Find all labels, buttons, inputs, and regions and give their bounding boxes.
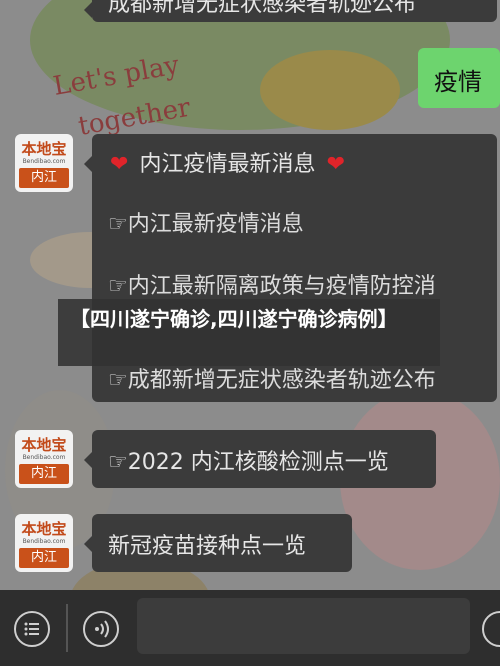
avatar-city: 内江 bbox=[19, 548, 69, 568]
menu-item-policy[interactable]: ☞内江最新隔离政策与疫情防控消 bbox=[108, 268, 436, 300]
heart-icon: ❤ bbox=[326, 152, 346, 177]
avatar-city: 内江 bbox=[19, 168, 69, 188]
message-text: ☞2022 内江核酸检测点一览 bbox=[108, 450, 389, 475]
avatar-domain: Bendibao.com bbox=[22, 538, 66, 545]
avatar-domain: Bendibao.com bbox=[22, 158, 66, 165]
message-input[interactable] bbox=[137, 598, 470, 654]
user-message-text: 疫情 bbox=[434, 68, 482, 96]
menu-item-latest[interactable]: ☞内江最新疫情消息 bbox=[108, 206, 304, 238]
message-bubble-testing[interactable]: ☞2022 内江核酸检测点一览 bbox=[84, 430, 436, 488]
avatar-brand: 本地宝 bbox=[21, 140, 67, 158]
message-bubble-partial[interactable]: 成都新增无症状感染者轨迹公布 bbox=[84, 0, 497, 22]
menu-item-chengdu[interactable]: ☞成都新增无症状感染者轨迹公布 bbox=[108, 362, 436, 394]
input-bar bbox=[0, 590, 500, 666]
avatar-brand: 本地宝 bbox=[21, 520, 67, 538]
list-icon bbox=[24, 622, 39, 636]
caption-overlay: 【四川遂宁确诊,四川遂宁确诊病例】 bbox=[58, 299, 440, 366]
menu-list-button[interactable] bbox=[14, 611, 50, 647]
avatar-domain: Bendibao.com bbox=[22, 454, 66, 461]
menu-title-row: ❤ 内江疫情最新消息 ❤ bbox=[110, 146, 345, 178]
heart-icon: ❤ bbox=[110, 152, 129, 177]
avatar[interactable]: 本地宝 Bendibao.com 内江 bbox=[15, 514, 73, 572]
message-text: 成都新增无症状感染者轨迹公布 bbox=[108, 0, 417, 17]
divider bbox=[66, 604, 68, 652]
emoji-button[interactable] bbox=[482, 611, 500, 647]
avatar-city: 内江 bbox=[19, 464, 69, 484]
voice-icon bbox=[95, 620, 109, 638]
caption-text: 【四川遂宁确诊,四川遂宁确诊病例】 bbox=[70, 307, 398, 331]
message-text: 新冠疫苗接种点一览 bbox=[108, 534, 307, 559]
avatar[interactable]: 本地宝 Bendibao.com 内江 bbox=[15, 430, 73, 488]
menu-title: 内江疫情最新消息 bbox=[139, 152, 316, 177]
message-bubble-vaccine[interactable]: 新冠疫苗接种点一览 bbox=[84, 514, 352, 572]
user-message-bubble[interactable]: 疫情 bbox=[418, 48, 500, 108]
avatar[interactable]: 本地宝 Bendibao.com 内江 bbox=[15, 134, 73, 192]
avatar-brand: 本地宝 bbox=[21, 436, 67, 454]
voice-button[interactable] bbox=[83, 611, 119, 647]
